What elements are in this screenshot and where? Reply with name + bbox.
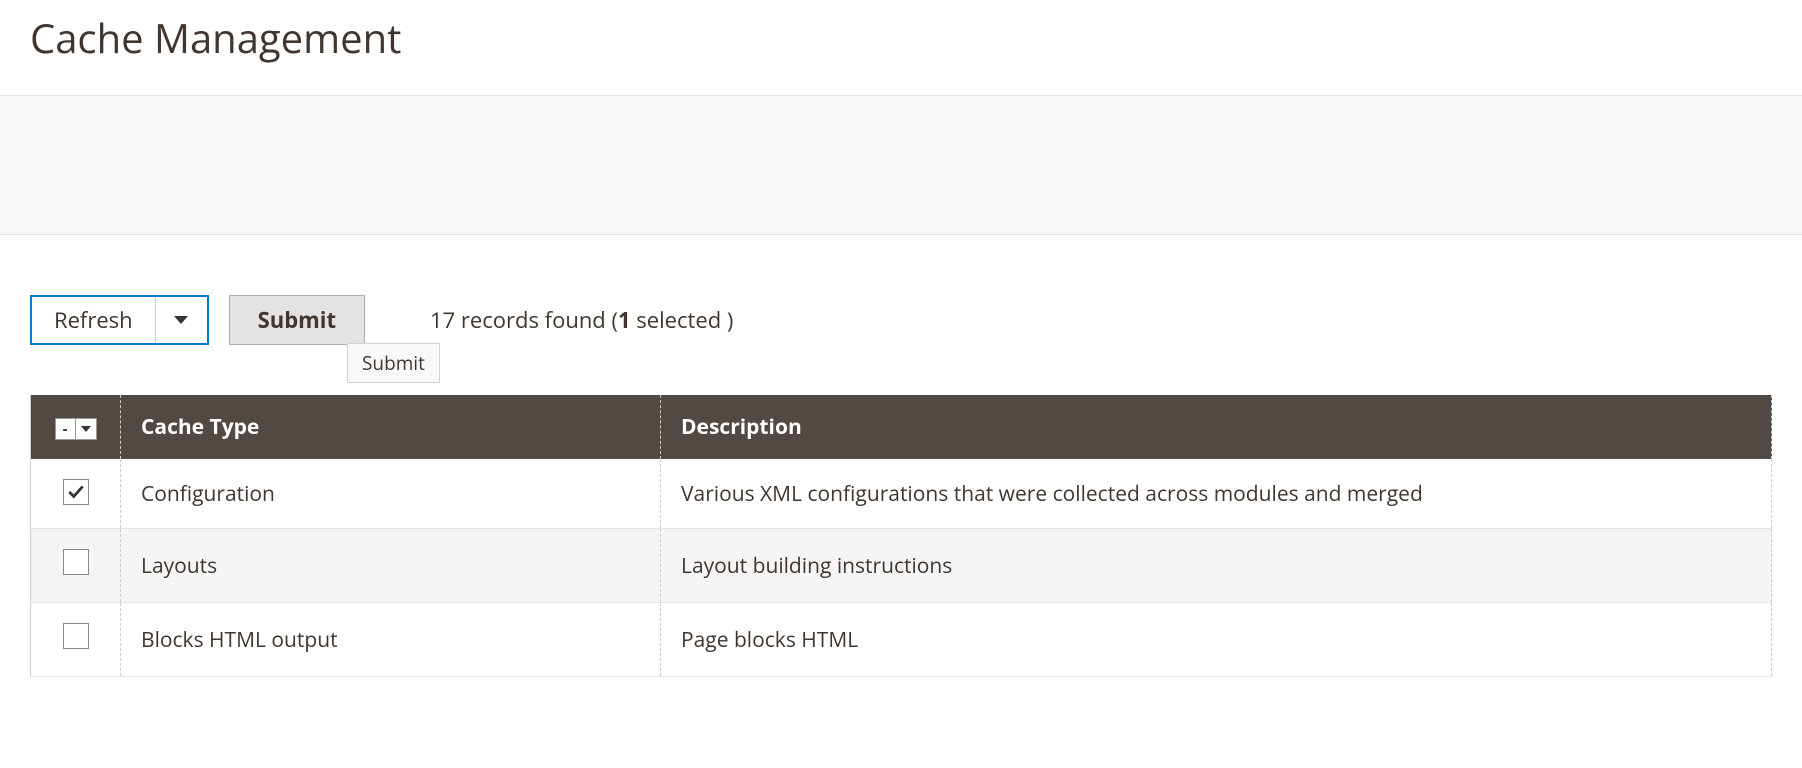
table-cell-checkbox — [31, 603, 121, 677]
submit-button[interactable]: Submit — [229, 295, 365, 345]
records-count: 17 — [430, 305, 455, 335]
row-checkbox[interactable] — [63, 623, 89, 649]
records-found-label: records found ( — [455, 305, 618, 335]
records-selected-label: selected ) — [631, 305, 734, 335]
table-header-cache-type: Cache Type — [121, 395, 661, 459]
page-actions-bar — [0, 95, 1802, 235]
chevron-down-icon — [81, 426, 91, 432]
row-checkbox[interactable] — [63, 549, 89, 575]
row-checkbox[interactable] — [63, 479, 89, 505]
action-select-wrap: Refresh — [30, 295, 209, 345]
checkmark-icon — [67, 483, 85, 501]
select-all-dropdown[interactable] — [76, 419, 96, 439]
page-title: Cache Management — [30, 0, 1772, 95]
table-cell-cache-type: Layouts — [121, 529, 661, 603]
table-cell-description: Layout building instructions — [661, 529, 1772, 603]
table-cell-checkbox — [31, 459, 121, 529]
cache-table: - Cache Type Description ConfigurationVa… — [30, 395, 1772, 677]
table-cell-cache-type: Blocks HTML output — [121, 603, 661, 677]
records-found-text: 17 records found (1 selected ) — [430, 305, 733, 335]
table-row: Blocks HTML outputPage blocks HTML — [31, 603, 1772, 677]
table-row: ConfigurationVarious XML configurations … — [31, 459, 1772, 529]
table-row: LayoutsLayout building instructions — [31, 529, 1772, 603]
select-all-checkbox[interactable]: - — [56, 419, 76, 439]
select-all-control: - — [55, 418, 97, 440]
table-header-select: - — [31, 395, 121, 459]
chevron-down-icon — [174, 316, 188, 324]
table-cell-checkbox — [31, 529, 121, 603]
table-cell-cache-type: Configuration — [121, 459, 661, 529]
table-header-description: Description — [661, 395, 1772, 459]
toolbar: Refresh Submit Submit 17 records found (… — [30, 295, 1772, 345]
action-select-dropdown-toggle[interactable] — [155, 297, 207, 343]
table-cell-description: Page blocks HTML — [661, 603, 1772, 677]
table-cell-description: Various XML configurations that were col… — [661, 459, 1772, 529]
refresh-action-button[interactable]: Refresh — [32, 297, 155, 343]
records-selected-count: 1 — [618, 305, 631, 335]
submit-tooltip: Submit — [347, 343, 440, 383]
